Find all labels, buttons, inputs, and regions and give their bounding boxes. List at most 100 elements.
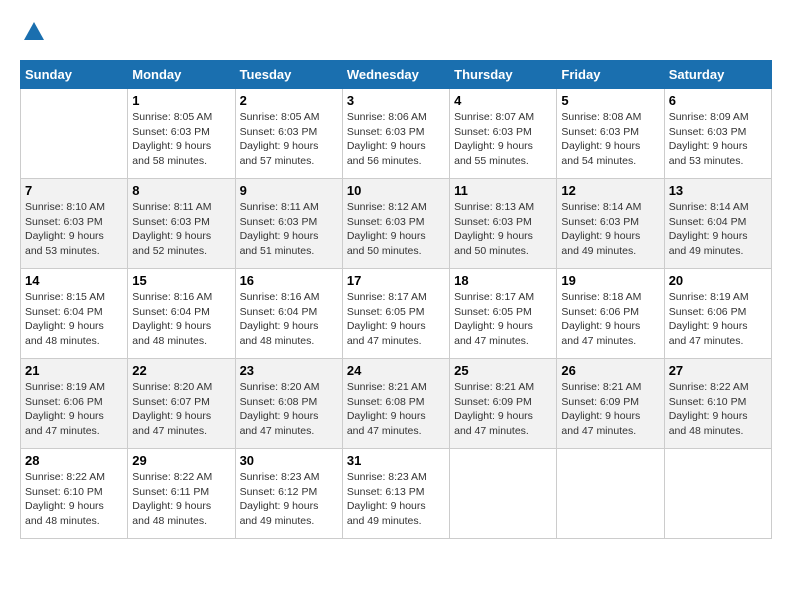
header-tuesday: Tuesday	[235, 61, 342, 89]
day-info: Sunrise: 8:20 AMSunset: 6:08 PMDaylight:…	[240, 380, 338, 439]
day-info: Sunrise: 8:17 AMSunset: 6:05 PMDaylight:…	[347, 290, 445, 349]
day-info: Sunrise: 8:17 AMSunset: 6:05 PMDaylight:…	[454, 290, 552, 349]
header-sunday: Sunday	[21, 61, 128, 89]
day-number: 17	[347, 273, 445, 288]
calendar-cell: 21 Sunrise: 8:19 AMSunset: 6:06 PMDayligh…	[21, 359, 128, 449]
calendar-cell: 28 Sunrise: 8:22 AMSunset: 6:10 PMDayligh…	[21, 449, 128, 539]
header-wednesday: Wednesday	[342, 61, 449, 89]
day-number: 25	[454, 363, 552, 378]
header-saturday: Saturday	[664, 61, 771, 89]
week-row-3: 14Sunrise: 8:15 AMSunset: 6:04 PMDayligh…	[21, 269, 772, 359]
day-number: 20	[669, 273, 767, 288]
calendar-cell: 7Sunrise: 8:10 AMSunset: 6:03 PMDaylight…	[21, 179, 128, 269]
calendar-cell	[557, 449, 664, 539]
day-number: 6	[669, 93, 767, 108]
day-info: Sunrise: 8:13 AMSunset: 6:03 PMDaylight:…	[454, 200, 552, 259]
calendar-cell: 2Sunrise: 8:05 AMSunset: 6:03 PMDaylight…	[235, 89, 342, 179]
day-number: 11	[454, 183, 552, 198]
logo	[20, 20, 46, 44]
day-number: 27	[669, 363, 767, 378]
day-number: 26	[561, 363, 659, 378]
calendar-cell: 24 Sunrise: 8:21 AMSunset: 6:08 PMDayligh…	[342, 359, 449, 449]
day-number: 30	[240, 453, 338, 468]
calendar-cell: 3Sunrise: 8:06 AMSunset: 6:03 PMDaylight…	[342, 89, 449, 179]
page-header	[20, 20, 772, 44]
day-number: 9	[240, 183, 338, 198]
day-number: 28	[25, 453, 123, 468]
day-info: Sunrise: 8:21 AMSunset: 6:09 PMDaylight:…	[561, 380, 659, 439]
week-row-4: 21 Sunrise: 8:19 AMSunset: 6:06 PMDayligh…	[21, 359, 772, 449]
calendar-cell: 20 Sunrise: 8:19 AMSunset: 6:06 PMDayligh…	[664, 269, 771, 359]
day-info: Sunrise: 8:11 AMSunset: 6:03 PMDaylight:…	[240, 200, 338, 259]
day-info: Sunrise: 8:11 AMSunset: 6:03 PMDaylight:…	[132, 200, 230, 259]
day-number: 1	[132, 93, 230, 108]
week-row-1: 1 Sunrise: 8:05 AMSunset: 6:03 PMDaylight…	[21, 89, 772, 179]
calendar-cell: 16 Sunrise: 8:16 AMSunset: 6:04 PMDayligh…	[235, 269, 342, 359]
day-info: Sunrise: 8:14 AMSunset: 6:04 PMDaylight:…	[669, 200, 767, 259]
calendar-cell: 17 Sunrise: 8:17 AMSunset: 6:05 PMDayligh…	[342, 269, 449, 359]
calendar-cell: 27Sunrise: 8:22 AMSunset: 6:10 PMDayligh…	[664, 359, 771, 449]
calendar-cell: 9 Sunrise: 8:11 AMSunset: 6:03 PMDaylight…	[235, 179, 342, 269]
day-number: 18	[454, 273, 552, 288]
day-info: Sunrise: 8:23 AMSunset: 6:13 PMDaylight:…	[347, 470, 445, 529]
week-row-5: 28 Sunrise: 8:22 AMSunset: 6:10 PMDayligh…	[21, 449, 772, 539]
week-row-2: 7Sunrise: 8:10 AMSunset: 6:03 PMDaylight…	[21, 179, 772, 269]
day-info: Sunrise: 8:16 AMSunset: 6:04 PMDaylight:…	[132, 290, 230, 349]
calendar-cell: 8 Sunrise: 8:11 AMSunset: 6:03 PMDaylight…	[128, 179, 235, 269]
day-number: 22	[132, 363, 230, 378]
day-info: Sunrise: 8:07 AMSunset: 6:03 PMDaylight:…	[454, 110, 552, 169]
day-number: 10	[347, 183, 445, 198]
calendar-cell: 19 Sunrise: 8:18 AMSunset: 6:06 PMDayligh…	[557, 269, 664, 359]
calendar-cell: 5Sunrise: 8:08 AMSunset: 6:03 PMDaylight…	[557, 89, 664, 179]
calendar-cell: 13 Sunrise: 8:14 AMSunset: 6:04 PMDayligh…	[664, 179, 771, 269]
header-thursday: Thursday	[450, 61, 557, 89]
calendar-header-row: SundayMondayTuesdayWednesdayThursdayFrid…	[21, 61, 772, 89]
header-friday: Friday	[557, 61, 664, 89]
day-number: 23	[240, 363, 338, 378]
calendar-cell: 26 Sunrise: 8:21 AMSunset: 6:09 PMDayligh…	[557, 359, 664, 449]
day-info: Sunrise: 8:19 AMSunset: 6:06 PMDaylight:…	[25, 380, 123, 439]
day-number: 13	[669, 183, 767, 198]
calendar-cell: 30Sunrise: 8:23 AMSunset: 6:12 PMDayligh…	[235, 449, 342, 539]
day-number: 4	[454, 93, 552, 108]
day-number: 29	[132, 453, 230, 468]
day-number: 16	[240, 273, 338, 288]
day-number: 3	[347, 93, 445, 108]
calendar-cell: 23 Sunrise: 8:20 AMSunset: 6:08 PMDayligh…	[235, 359, 342, 449]
day-info: Sunrise: 8:05 AMSunset: 6:03 PMDaylight:…	[240, 110, 338, 169]
calendar-cell: 15 Sunrise: 8:16 AMSunset: 6:04 PMDayligh…	[128, 269, 235, 359]
day-number: 31	[347, 453, 445, 468]
calendar-cell	[664, 449, 771, 539]
calendar-cell: 18 Sunrise: 8:17 AMSunset: 6:05 PMDayligh…	[450, 269, 557, 359]
calendar-cell	[450, 449, 557, 539]
day-number: 5	[561, 93, 659, 108]
calendar-cell: 22Sunrise: 8:20 AMSunset: 6:07 PMDayligh…	[128, 359, 235, 449]
calendar-cell: 12Sunrise: 8:14 AMSunset: 6:03 PMDayligh…	[557, 179, 664, 269]
day-number: 7	[25, 183, 123, 198]
day-info: Sunrise: 8:22 AMSunset: 6:11 PMDaylight:…	[132, 470, 230, 529]
day-number: 21	[25, 363, 123, 378]
calendar-cell: 31 Sunrise: 8:23 AMSunset: 6:13 PMDayligh…	[342, 449, 449, 539]
day-info: Sunrise: 8:19 AMSunset: 6:06 PMDaylight:…	[669, 290, 767, 349]
day-info: Sunrise: 8:18 AMSunset: 6:06 PMDaylight:…	[561, 290, 659, 349]
day-number: 14	[25, 273, 123, 288]
calendar-cell: 14Sunrise: 8:15 AMSunset: 6:04 PMDayligh…	[21, 269, 128, 359]
calendar-cell: 6 Sunrise: 8:09 AMSunset: 6:03 PMDaylight…	[664, 89, 771, 179]
day-number: 15	[132, 273, 230, 288]
day-info: Sunrise: 8:21 AMSunset: 6:08 PMDaylight:…	[347, 380, 445, 439]
logo-icon	[22, 20, 46, 44]
day-number: 8	[132, 183, 230, 198]
calendar-cell: 10Sunrise: 8:12 AMSunset: 6:03 PMDayligh…	[342, 179, 449, 269]
calendar-cell: 25Sunrise: 8:21 AMSunset: 6:09 PMDayligh…	[450, 359, 557, 449]
calendar-cell: 29 Sunrise: 8:22 AMSunset: 6:11 PMDayligh…	[128, 449, 235, 539]
day-number: 19	[561, 273, 659, 288]
calendar-cell: 4 Sunrise: 8:07 AMSunset: 6:03 PMDaylight…	[450, 89, 557, 179]
day-number: 12	[561, 183, 659, 198]
day-info: Sunrise: 8:09 AMSunset: 6:03 PMDaylight:…	[669, 110, 767, 169]
day-number: 24	[347, 363, 445, 378]
day-info: Sunrise: 8:16 AMSunset: 6:04 PMDaylight:…	[240, 290, 338, 349]
calendar-cell	[21, 89, 128, 179]
calendar-cell: 1Sunrise: 8:05 AMSunset: 6:03 PMDaylight…	[128, 89, 235, 179]
day-info: Sunrise: 8:22 AMSunset: 6:10 PMDaylight:…	[25, 470, 123, 529]
calendar-cell: 11 Sunrise: 8:13 AMSunset: 6:03 PMDayligh…	[450, 179, 557, 269]
